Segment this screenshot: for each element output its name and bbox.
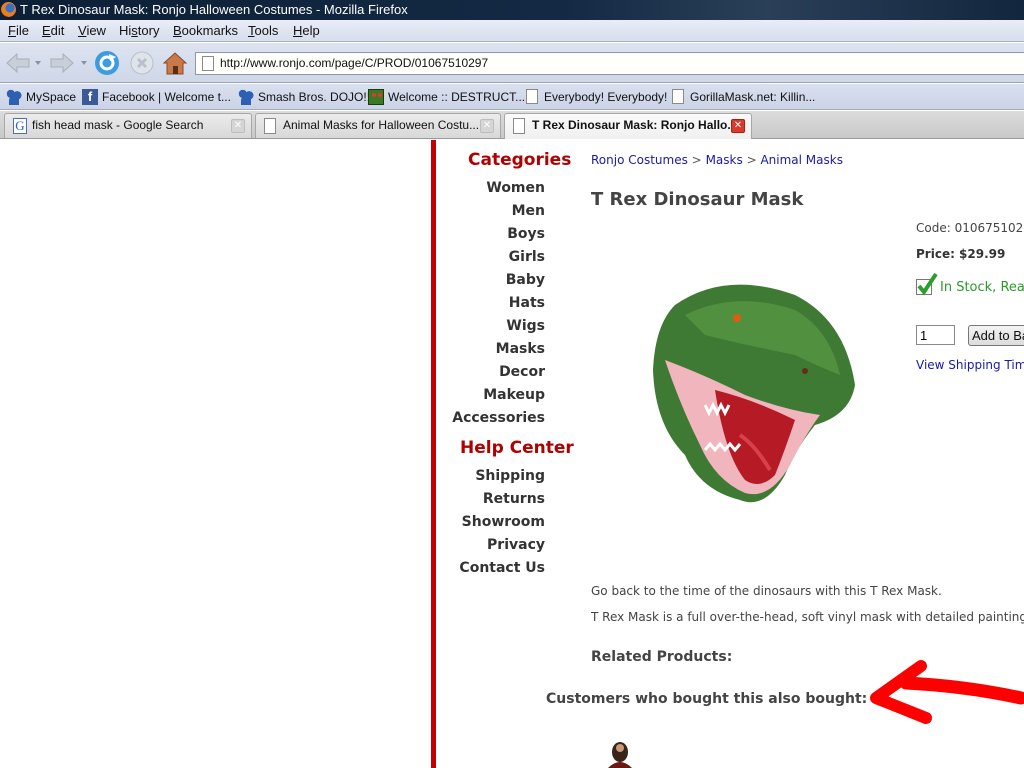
google-icon: G: [13, 118, 27, 134]
page-icon: [264, 118, 276, 134]
back-arrow-icon[interactable]: [4, 51, 32, 75]
menu-help[interactable]: Help: [293, 20, 320, 42]
bookmark-facebook[interactable]: f Facebook | Welcome t...: [82, 84, 231, 110]
menu-file[interactable]: File: [8, 20, 29, 42]
breadcrumb-masks[interactable]: Masks: [706, 153, 743, 167]
myspace-icon: [238, 89, 254, 105]
sidebar-item-masks[interactable]: Masks: [496, 341, 545, 357]
page-icon: [526, 89, 538, 104]
bookmark-everybody[interactable]: Everybody! Everybody!: [524, 84, 667, 110]
menu-bookmarks[interactable]: Bookmarks: [173, 20, 238, 42]
sidebar-item-accessories[interactable]: Accessories: [452, 410, 545, 426]
product-code: Code: 01067510297: [916, 221, 1024, 235]
tab-strip: G fish head mask - Google Search ✕ Anima…: [0, 111, 1024, 139]
bookmark-gorillamask[interactable]: GorillaMask.net: Killin...: [670, 84, 815, 110]
bookmark-destruct[interactable]: Welcome :: DESTRUCT...: [368, 84, 525, 110]
sidebar-item-contact-us[interactable]: Contact Us: [459, 560, 545, 576]
tab-animal-masks[interactable]: Animal Masks for Halloween Costu... ✕: [255, 113, 501, 138]
robot-icon: [368, 89, 384, 105]
product-title: T Rex Dinosaur Mask: [591, 189, 804, 210]
related-product-thumbnail[interactable]: [600, 738, 640, 768]
breadcrumb-ronjo-costumes[interactable]: Ronjo Costumes: [591, 153, 688, 167]
product-description-2: T Rex Mask is a full over-the-head, soft…: [591, 610, 1024, 624]
forward-arrow-icon[interactable]: [48, 51, 76, 75]
page-content: Categories Women Men Boys Girls Baby Hat…: [0, 140, 1024, 768]
page-border: [431, 140, 436, 768]
sidebar-item-hats[interactable]: Hats: [509, 295, 545, 311]
stop-icon[interactable]: [129, 50, 155, 76]
bookmarks-toolbar: MySpace f Facebook | Welcome t... Smash …: [0, 84, 1024, 110]
sidebar-item-boys[interactable]: Boys: [507, 226, 545, 242]
sidebar-item-privacy[interactable]: Privacy: [487, 537, 545, 553]
back-dropdown-icon[interactable]: [34, 59, 42, 67]
menu-view[interactable]: View: [78, 20, 106, 42]
page-icon: [202, 56, 214, 71]
sidebar-item-women[interactable]: Women: [486, 180, 545, 196]
checkmark-icon: [916, 272, 938, 296]
sidebar-item-girls[interactable]: Girls: [509, 249, 545, 265]
facebook-icon: f: [82, 89, 98, 105]
firefox-icon: [1, 2, 16, 17]
page-icon: [513, 118, 525, 134]
help-center-heading: Help Center: [460, 438, 574, 458]
close-tab-icon[interactable]: ✕: [731, 119, 745, 133]
breadcrumb-animal-masks[interactable]: Animal Masks: [760, 153, 843, 167]
menubar: File Edit View History Bookmarks Tools H…: [0, 20, 1024, 42]
view-shipping-times-link[interactable]: View Shipping Times: [916, 358, 1024, 372]
sidebar-item-men[interactable]: Men: [512, 203, 545, 219]
product-price: Price: $29.99: [916, 247, 1006, 261]
sidebar-item-returns[interactable]: Returns: [483, 491, 545, 507]
window-title: T Rex Dinosaur Mask: Ronjo Halloween Cos…: [20, 2, 408, 17]
also-bought-heading: Customers who bought this also bought:: [546, 691, 868, 707]
sidebar-item-decor[interactable]: Decor: [499, 364, 545, 380]
reload-icon[interactable]: [94, 50, 120, 76]
close-tab-icon[interactable]: ✕: [231, 119, 245, 133]
menu-tools[interactable]: Tools: [248, 20, 278, 42]
home-icon[interactable]: [162, 50, 188, 76]
categories-heading: Categories: [468, 150, 572, 170]
breadcrumb: Ronjo Costumes > Masks > Animal Masks: [591, 153, 843, 167]
page-icon: [672, 89, 684, 104]
quantity-input[interactable]: [916, 325, 955, 345]
sidebar-item-wigs[interactable]: Wigs: [506, 318, 545, 334]
breadcrumb-separator: >: [746, 153, 757, 167]
tab-trex-mask[interactable]: T Rex Dinosaur Mask: Ronjo Hallo... ✕: [504, 113, 752, 139]
navigation-toolbar: http://www.ronjo.com/page/C/PROD/0106751…: [0, 43, 1024, 83]
url-text: http://www.ronjo.com/page/C/PROD/0106751…: [220, 56, 489, 70]
annotation-arrow-icon: [870, 660, 1024, 724]
menu-history[interactable]: History: [119, 20, 159, 42]
myspace-icon: [6, 89, 22, 105]
sidebar-item-baby[interactable]: Baby: [506, 272, 545, 288]
sidebar-item-makeup[interactable]: Makeup: [483, 387, 545, 403]
related-products-heading: Related Products:: [591, 649, 733, 665]
product-image[interactable]: [645, 275, 860, 515]
sidebar-item-showroom[interactable]: Showroom: [462, 514, 545, 530]
bookmark-myspace[interactable]: MySpace: [6, 84, 76, 110]
forward-dropdown-icon[interactable]: [80, 59, 88, 67]
add-to-basket-button[interactable]: Add to Basket: [968, 325, 1024, 346]
url-bar[interactable]: http://www.ronjo.com/page/C/PROD/0106751…: [195, 52, 1024, 75]
tab-google-search[interactable]: G fish head mask - Google Search ✕: [4, 113, 252, 138]
bookmark-smash-bros[interactable]: Smash Bros. DOJO!!: [238, 84, 370, 110]
product-description-1: Go back to the time of the dinosaurs wit…: [591, 584, 942, 598]
close-tab-icon[interactable]: ✕: [480, 119, 494, 133]
breadcrumb-separator: >: [691, 153, 702, 167]
window-titlebar: T Rex Dinosaur Mask: Ronjo Halloween Cos…: [0, 0, 1024, 20]
menu-edit[interactable]: Edit: [42, 20, 64, 42]
sidebar-item-shipping[interactable]: Shipping: [475, 468, 545, 484]
